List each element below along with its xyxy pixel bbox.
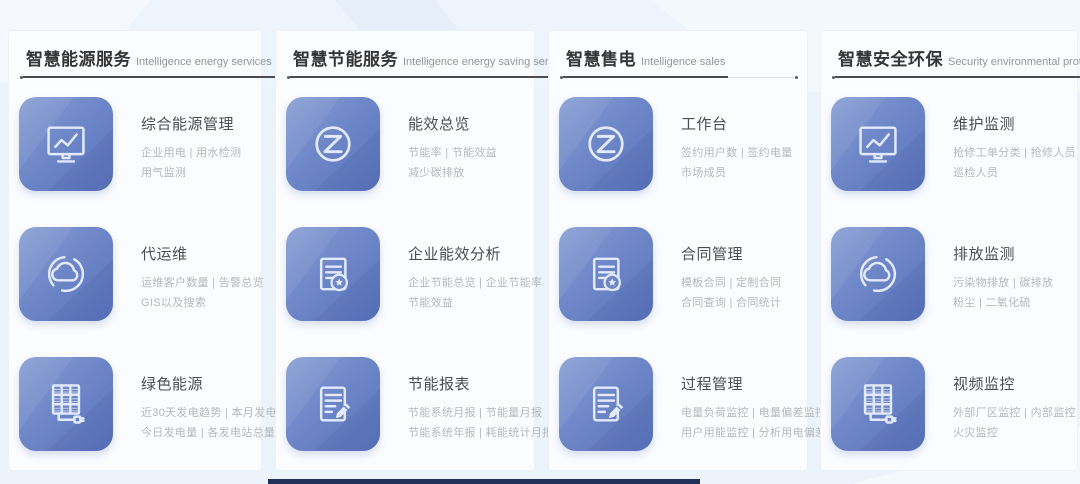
item-subtitle-2: 市场成员 (681, 163, 793, 183)
section-card-power-sales: 智慧售电 Intelligence sales 工作台 签约用户数 | 签约电量… (548, 30, 808, 471)
service-item[interactable]: 综合能源管理 企业用电 | 用水检测 用气监测 (19, 97, 255, 193)
item-subtitle-1: 签约用户数 | 签约电量 (681, 143, 793, 163)
z-logo-icon (559, 97, 653, 191)
section-card-safety-environment: 智慧安全环保 Security environmental protection… (820, 30, 1078, 471)
section-header: 智慧售电 Intelligence sales (560, 45, 798, 78)
item-subtitle-2: 火灾监控 (953, 423, 1076, 443)
section-title-en: Security environmental protection (948, 56, 1080, 68)
section-title-zh: 智慧节能服务 (293, 45, 398, 70)
item-subtitle-2: 节能系统年报 | 耗能统计月报 (408, 423, 553, 443)
service-item[interactable]: 代运维 运维客户数量 | 告警总览 GIS以及搜索 (19, 227, 255, 323)
section-title-en: Intelligence sales (641, 56, 725, 68)
z-logo-icon (286, 97, 380, 191)
service-item[interactable]: 节能报表 节能系统月报 | 节能量月报 节能系统年报 | 耗能统计月报 (286, 357, 528, 453)
item-title: 维护监测 (953, 113, 1076, 134)
doc-pencil-icon (559, 357, 653, 451)
footer-accent-bar (268, 479, 700, 484)
item-subtitle-2: 巡检人员 (953, 163, 1076, 183)
item-title: 工作台 (681, 113, 793, 134)
item-subtitle-2: 节能效益 (408, 293, 542, 313)
section-card-energy-services: 智慧能源服务 Intelligence energy services 综合能源… (8, 30, 262, 471)
item-subtitle-2: 减少碳排放 (408, 163, 497, 183)
item-subtitle-1: 企业用电 | 用水检测 (141, 143, 241, 163)
item-subtitle-1: 运维客户数量 | 告警总览 (141, 273, 264, 293)
section-title-zh: 智慧售电 (566, 45, 636, 70)
doc-star-icon (559, 227, 653, 321)
item-title: 合同管理 (681, 243, 781, 264)
item-subtitle-2: 用气监测 (141, 163, 241, 183)
section-header: 智慧节能服务 Intelligence energy saving servic… (287, 45, 525, 78)
section-card-energy-saving: 智慧节能服务 Intelligence energy saving servic… (275, 30, 535, 471)
cloud-circle-icon (831, 227, 925, 321)
service-item[interactable]: 绿色能源 近30天发电趋势 | 本月发电量 今日发电量 | 各发电站总量 (19, 357, 255, 453)
doc-star-icon (286, 227, 380, 321)
item-title: 排放监测 (953, 243, 1053, 264)
section-title-zh: 智慧安全环保 (838, 45, 943, 70)
section-header: 智慧能源服务 Intelligence energy services (20, 45, 252, 78)
underline-dot (795, 76, 798, 79)
item-subtitle-1: 电量负荷监控 | 电量偏差监控 (681, 403, 826, 423)
item-subtitle-1: 近30天发电趋势 | 本月发电量 (141, 403, 288, 423)
service-item[interactable]: 过程管理 电量负荷监控 | 电量偏差监控 用户用能监控 | 分析用电偏差 (559, 357, 801, 453)
item-title: 能效总览 (408, 113, 497, 134)
service-item[interactable]: 企业能效分析 企业节能总览 | 企业节能率 节能效益 (286, 227, 528, 323)
item-title: 代运维 (141, 243, 264, 264)
item-subtitle-2: 合同查询 | 合同统计 (681, 293, 781, 313)
service-item[interactable]: 维护监测 抢修工单分类 | 抢修人员 巡检人员 (831, 97, 1071, 193)
solar-panel-icon (831, 357, 925, 451)
item-title: 过程管理 (681, 373, 826, 394)
service-item[interactable]: 合同管理 模板合同 | 定制合同 合同查询 | 合同统计 (559, 227, 801, 323)
section-header: 智慧安全环保 Security environmental protection (832, 45, 1068, 78)
service-item[interactable]: 能效总览 节能率 | 节能效益 减少碳排放 (286, 97, 528, 193)
item-title: 视频监控 (953, 373, 1076, 394)
item-subtitle-1: 抢修工单分类 | 抢修人员 (953, 143, 1076, 163)
item-subtitle-2: GIS以及搜索 (141, 293, 264, 313)
service-item[interactable]: 排放监测 污染物排放 | 碳排放 粉尘 | 二氧化硫 (831, 227, 1071, 323)
cloud-circle-icon (19, 227, 113, 321)
page: 智慧能源服务 Intelligence energy services 综合能源… (0, 0, 1080, 484)
item-subtitle-1: 模板合同 | 定制合同 (681, 273, 781, 293)
item-subtitle-2: 粉尘 | 二氧化硫 (953, 293, 1053, 313)
item-subtitle-1: 节能系统月报 | 节能量月报 (408, 403, 553, 423)
item-subtitle-2: 今日发电量 | 各发电站总量 (141, 423, 288, 443)
section-title-zh: 智慧能源服务 (26, 45, 131, 70)
item-title: 节能报表 (408, 373, 553, 394)
item-subtitle-1: 节能率 | 节能效益 (408, 143, 497, 163)
item-title: 绿色能源 (141, 373, 288, 394)
doc-pencil-icon (286, 357, 380, 451)
monitor-chart-icon (19, 97, 113, 191)
item-subtitle-1: 外部厂区监控 | 内部监控 (953, 403, 1076, 423)
monitor-chart-icon (831, 97, 925, 191)
section-title-en: Intelligence energy services (136, 56, 272, 68)
item-subtitle-2: 用户用能监控 | 分析用电偏差 (681, 423, 826, 443)
service-item[interactable]: 工作台 签约用户数 | 签约电量 市场成员 (559, 97, 801, 193)
item-subtitle-1: 污染物排放 | 碳排放 (953, 273, 1053, 293)
service-item[interactable]: 视频监控 外部厂区监控 | 内部监控 火灾监控 (831, 357, 1071, 453)
item-title: 综合能源管理 (141, 113, 241, 134)
underline-rest (728, 77, 795, 78)
solar-panel-icon (19, 357, 113, 451)
item-title: 企业能效分析 (408, 243, 542, 264)
item-subtitle-1: 企业节能总览 | 企业节能率 (408, 273, 542, 293)
